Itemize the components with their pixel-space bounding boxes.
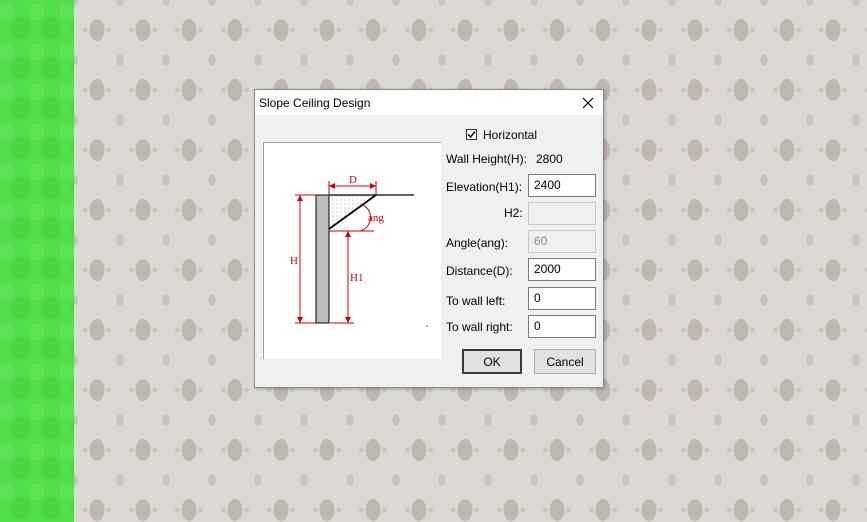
label-h: H bbox=[290, 255, 298, 267]
distance-field[interactable]: 2000 bbox=[528, 258, 596, 281]
h2-field[interactable] bbox=[528, 202, 596, 225]
check-icon bbox=[467, 131, 476, 139]
slope-ceiling-dialog: Slope Ceiling Design D H H1 ang Horizont… bbox=[254, 89, 604, 388]
horizontal-checkbox[interactable] bbox=[466, 129, 477, 140]
cancel-button[interactable]: Cancel bbox=[534, 349, 596, 374]
wall-height-label: Wall Height(H): bbox=[446, 152, 527, 166]
horizontal-label: Horizontal bbox=[483, 128, 538, 142]
close-icon bbox=[582, 97, 594, 108]
h2-label: H2: bbox=[504, 206, 523, 220]
dialog-title: Slope Ceiling Design bbox=[259, 96, 371, 110]
wall-left-label: To wall left: bbox=[446, 294, 506, 308]
label-ang: ang bbox=[368, 212, 384, 224]
wall-left-field[interactable]: 0 bbox=[528, 287, 596, 310]
distance-label: Distance(D): bbox=[446, 264, 513, 278]
desktop-green-strip bbox=[0, 0, 74, 522]
dialog-titlebar: Slope Ceiling Design bbox=[255, 90, 603, 115]
ok-button[interactable]: OK bbox=[462, 349, 522, 374]
angle-label: Angle(ang): bbox=[446, 236, 509, 250]
wall-height-value: 2800 bbox=[536, 152, 563, 166]
elevation-label: Elevation(H1): bbox=[446, 180, 523, 194]
label-d: D bbox=[349, 174, 357, 186]
ceiling-diagram: D H H1 ang bbox=[290, 174, 428, 327]
ceiling-preview: D H H1 ang bbox=[263, 142, 441, 359]
wall-shape bbox=[315, 194, 330, 324]
angle-field[interactable]: 60 bbox=[528, 230, 596, 253]
close-button[interactable] bbox=[573, 90, 603, 115]
wall-right-field[interactable]: 0 bbox=[528, 315, 596, 338]
wall-right-label: To wall right: bbox=[446, 320, 513, 334]
label-h1: H1 bbox=[350, 272, 363, 284]
elevation-field[interactable]: 2400 bbox=[528, 174, 596, 197]
